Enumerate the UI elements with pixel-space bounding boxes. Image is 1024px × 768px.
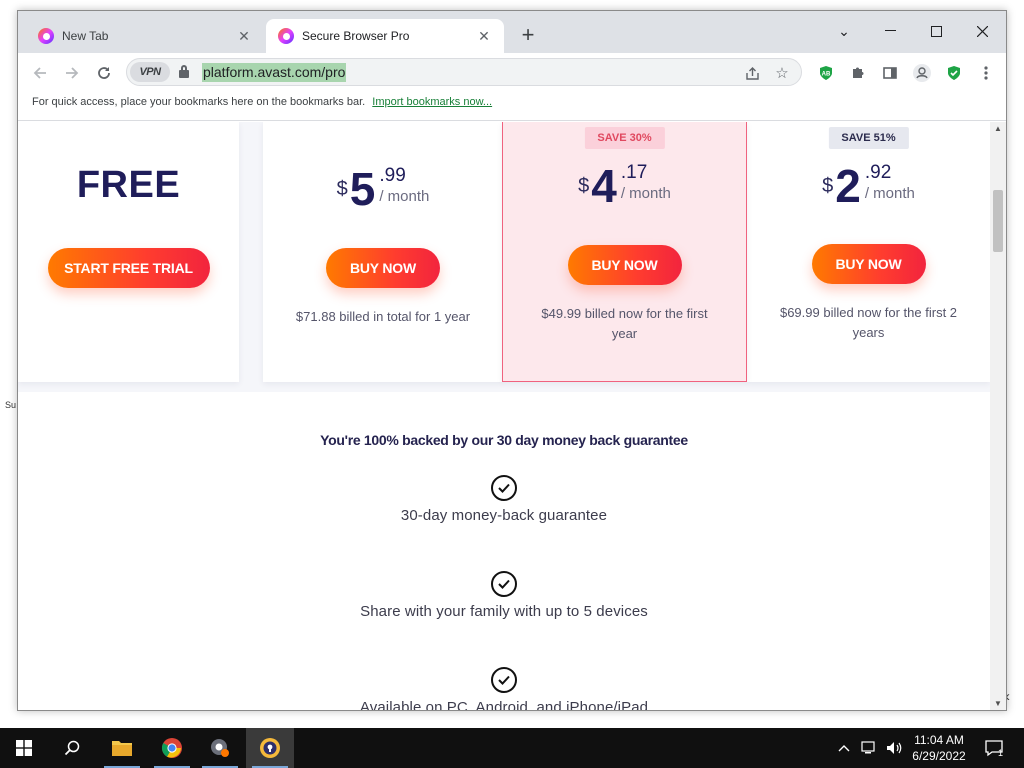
- bookmarks-bar: For quick access, place your bookmarks h…: [18, 91, 1006, 121]
- checkmark-icon: [491, 571, 517, 597]
- minimize-button[interactable]: [870, 17, 910, 45]
- plan-card-1-year-promo: SAVE 30% $ 4 .17 / month BUY NOW $49.99 …: [502, 122, 747, 382]
- buy-now-button[interactable]: BUY NOW: [326, 248, 440, 288]
- google-chrome-icon[interactable]: [148, 728, 196, 768]
- tab-new-tab[interactable]: New Tab ✕: [26, 19, 264, 53]
- price-cents: .92: [864, 162, 892, 183]
- plan-card-free: FREE START FREE TRIAL: [18, 122, 239, 382]
- feature-item: Available on PC, Android, and iPhone/iPa…: [18, 667, 990, 711]
- save-badge: SAVE 51%: [828, 127, 909, 149]
- price-whole: 5: [349, 163, 376, 215]
- currency-symbol: $: [578, 175, 590, 197]
- buy-now-button[interactable]: BUY NOW: [567, 245, 682, 285]
- billing-note: $69.99 billed now for the first 2 years: [779, 305, 958, 340]
- notification-center-icon[interactable]: 1: [984, 738, 1004, 758]
- plan-price: $ 2 .92 / month: [747, 160, 990, 212]
- security-shield-icon[interactable]: [942, 61, 966, 85]
- checkmark-icon: [491, 475, 517, 501]
- page-scrollbar[interactable]: ▲ ▼: [990, 122, 1006, 710]
- price-period: / month: [379, 188, 430, 205]
- feature-text: 30-day money-back guarantee: [400, 507, 608, 524]
- svg-text:AB: AB: [822, 72, 831, 78]
- adblock-extension-icon[interactable]: AB: [814, 61, 838, 85]
- browser-window: New Tab ✕ Secure Browser Pro ✕ + ⌄ VPN p…: [17, 10, 1007, 711]
- feature-item: Share with your family with up to 5 devi…: [18, 571, 990, 620]
- plan-card-1-year: $ 5 .99 / month BUY NOW $71.88 billed in…: [263, 122, 503, 382]
- billing-note: $71.88 billed in total for 1 year: [295, 309, 471, 324]
- bookmark-star-icon[interactable]: ☆: [771, 62, 793, 84]
- save-badge: SAVE 30%: [584, 127, 665, 149]
- back-icon[interactable]: [28, 61, 52, 85]
- price-whole: 4: [591, 160, 617, 212]
- checkmark-icon: [491, 667, 517, 693]
- profile-icon[interactable]: [910, 61, 934, 85]
- scroll-up-icon[interactable]: ▲: [990, 122, 1006, 136]
- feature-text: Share with your family with up to 5 devi…: [360, 603, 648, 620]
- maximize-button[interactable]: [916, 17, 956, 45]
- system-clock[interactable]: 11:04 AM 6/29/2022: [906, 732, 972, 764]
- browser-toolbar: VPN platform.avast.com/pro ☆ AB: [18, 53, 1006, 91]
- price-period: / month: [864, 185, 915, 202]
- avast-browser-icon: [278, 28, 294, 44]
- clock-date: 6/29/2022: [912, 749, 966, 763]
- reload-icon[interactable]: [92, 61, 116, 85]
- network-icon[interactable]: [861, 728, 879, 768]
- avast-browser-icon: [38, 28, 54, 44]
- billing-note: $49.99 billed now for the first year: [541, 306, 708, 341]
- scroll-down-icon[interactable]: ▼: [990, 697, 1006, 710]
- vpn-button[interactable]: VPN: [130, 62, 170, 82]
- side-panel-icon[interactable]: [878, 61, 902, 85]
- desktop-partial-text: Su: [5, 400, 17, 410]
- extensions-puzzle-icon[interactable]: [846, 61, 870, 85]
- price-cents: .17: [620, 162, 648, 183]
- start-free-trial-button[interactable]: START FREE TRIAL: [47, 248, 210, 288]
- price-whole: 2: [835, 160, 861, 212]
- file-explorer-icon[interactable]: [98, 728, 146, 768]
- forward-icon[interactable]: [60, 61, 84, 85]
- tab-strip: New Tab ✕ Secure Browser Pro ✕ + ⌄: [18, 11, 1006, 53]
- share-icon[interactable]: [741, 62, 763, 84]
- page-viewport: FREE START FREE TRIAL $ 5 .99 / month BU…: [18, 122, 1006, 711]
- price-period: / month: [620, 185, 671, 202]
- volume-icon[interactable]: [885, 728, 903, 768]
- close-icon[interactable]: ✕: [476, 28, 492, 45]
- guarantee-heading: You're 100% backed by our 30 day money b…: [320, 432, 688, 448]
- menu-kebab-icon[interactable]: [974, 61, 998, 85]
- pricing-section: FREE START FREE TRIAL $ 5 .99 / month BU…: [18, 122, 990, 392]
- import-bookmarks-link[interactable]: Import bookmarks now...: [372, 96, 492, 108]
- plan-price: $ 5 .99 / month: [263, 163, 503, 215]
- lock-icon[interactable]: [179, 65, 189, 78]
- plan-card-2-year: SAVE 51% $ 2 .92 / month BUY NOW $69.99 …: [747, 122, 990, 382]
- clock-time: 11:04 AM: [914, 733, 964, 747]
- windows-start-icon[interactable]: [0, 728, 48, 768]
- close-window-button[interactable]: [962, 17, 1002, 45]
- price-cents: .99: [379, 165, 406, 186]
- currency-symbol: $: [336, 178, 348, 200]
- scrollbar-thumb[interactable]: [993, 190, 1003, 252]
- address-bar[interactable]: VPN platform.avast.com/pro ☆: [126, 58, 802, 86]
- plan-price-free: FREE: [76, 164, 181, 206]
- plan-price: $ 4 .17 / month: [503, 160, 746, 212]
- tab-search-icon[interactable]: ⌄: [824, 17, 864, 45]
- bookmarks-bar-message: For quick access, place your bookmarks h…: [32, 96, 366, 108]
- notification-count: 1: [998, 748, 1003, 758]
- url-text[interactable]: platform.avast.com/pro: [202, 63, 347, 82]
- tray-overflow-icon[interactable]: [838, 728, 850, 768]
- avast-app-icon[interactable]: [196, 728, 244, 768]
- tab-title: New Tab: [62, 29, 109, 43]
- close-icon[interactable]: ✕: [236, 28, 252, 45]
- tab-title: Secure Browser Pro: [302, 29, 410, 43]
- currency-symbol: $: [822, 175, 834, 197]
- new-tab-button[interactable]: +: [516, 23, 540, 47]
- feature-text: Available on PC, Android, and iPhone/iPa…: [359, 699, 649, 711]
- search-icon[interactable]: [48, 728, 96, 768]
- taskbar: 11:04 AM 6/29/2022 1: [0, 728, 1024, 768]
- buy-now-button[interactable]: BUY NOW: [811, 244, 926, 284]
- avast-secure-browser-icon[interactable]: [246, 728, 294, 768]
- tab-secure-browser-pro[interactable]: Secure Browser Pro ✕: [266, 19, 504, 53]
- feature-item: 30-day money-back guarantee: [18, 475, 990, 524]
